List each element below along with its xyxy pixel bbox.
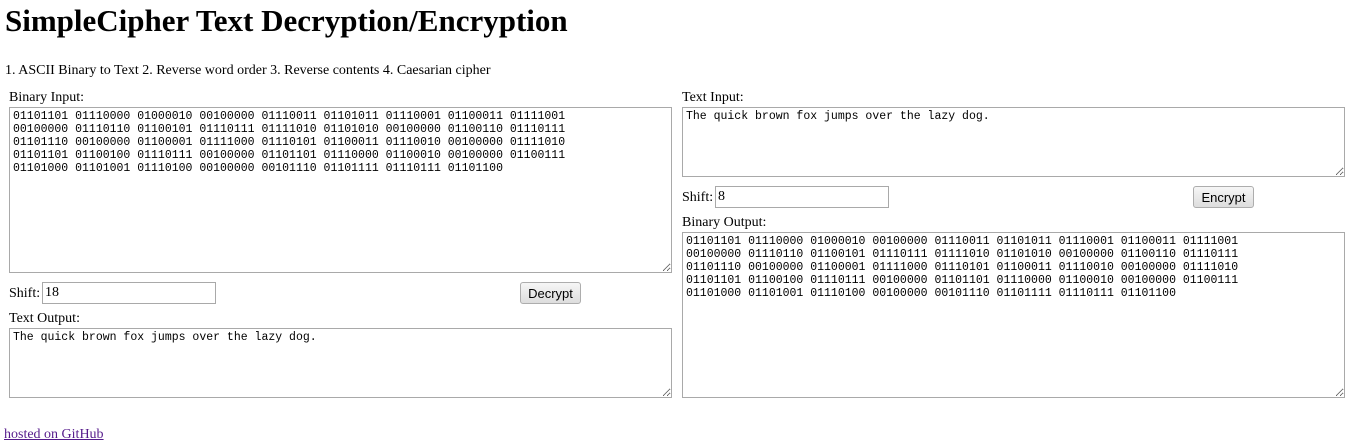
text-input-textarea[interactable]: The quick brown fox jumps over the lazy …	[682, 107, 1345, 177]
decrypt-button[interactable]: Decrypt	[520, 282, 581, 304]
github-link[interactable]: hosted on GitHub	[4, 427, 104, 443]
encrypt-button[interactable]: Encrypt	[1193, 186, 1254, 208]
page-title: SimpleCipher Text Decryption/Encryption	[5, 3, 568, 38]
text-output-textarea[interactable]: The quick brown fox jumps over the lazy …	[9, 328, 672, 398]
binary-input-label: Binary Input:	[9, 90, 85, 105]
steps-description: 1. ASCII Binary to Text 2. Reverse word …	[5, 63, 491, 78]
encrypt-shift-input[interactable]	[715, 186, 889, 208]
decrypt-shift-input[interactable]	[42, 282, 216, 304]
binary-input-textarea[interactable]: 01101101 01110000 01000010 00100000 0111…	[9, 107, 672, 273]
text-output-label: Text Output:	[9, 311, 80, 326]
binary-output-textarea[interactable]: 01101101 01110000 01000010 00100000 0111…	[682, 232, 1345, 398]
binary-output-label: Binary Output:	[682, 215, 767, 230]
decrypt-shift-label: Shift:	[9, 286, 41, 301]
text-input-label: Text Input:	[682, 90, 744, 105]
encrypt-shift-label: Shift:	[682, 190, 714, 205]
